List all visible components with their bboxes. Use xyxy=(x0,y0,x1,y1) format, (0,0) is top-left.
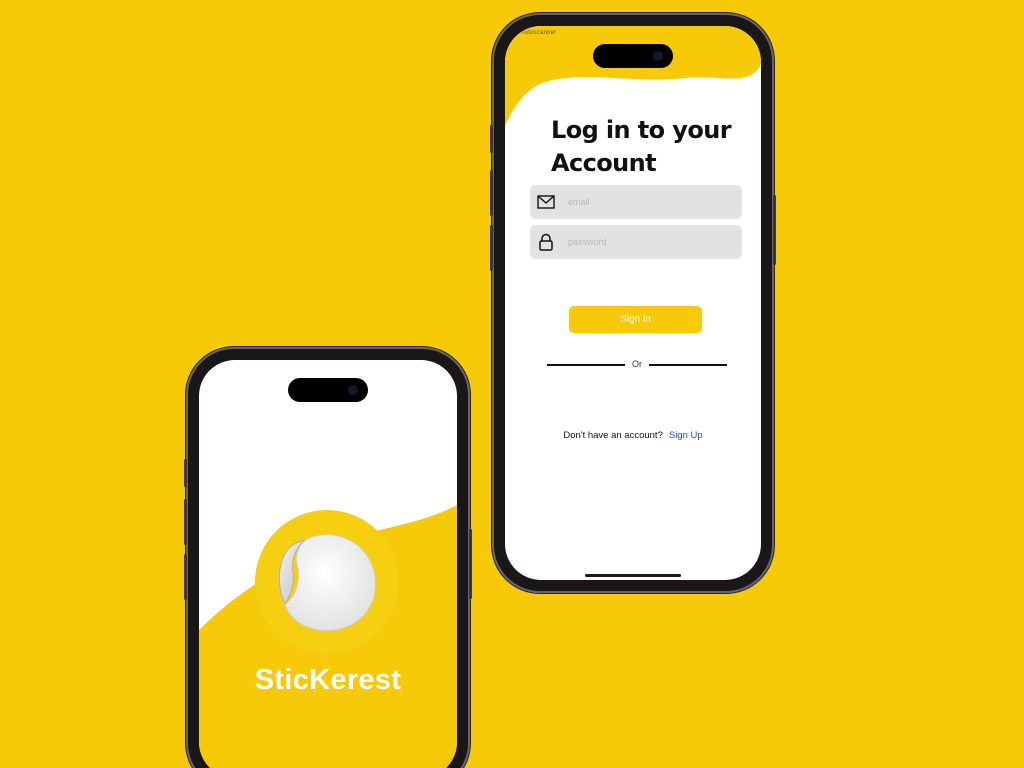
home-indicator xyxy=(585,574,681,577)
volume-up-button xyxy=(490,170,493,216)
mockup-stage: Photoscanner Log in to your Account Sign… xyxy=(0,0,1024,768)
power-button xyxy=(773,195,776,265)
app-name: SticKerest xyxy=(254,664,402,696)
mute-switch xyxy=(184,459,187,487)
divider-line-right xyxy=(649,364,727,366)
volume-down-button xyxy=(490,225,493,271)
sign-in-button[interactable]: Sign in xyxy=(569,306,702,333)
sticker-icon xyxy=(279,534,376,632)
mute-switch xyxy=(490,125,493,153)
password-field[interactable] xyxy=(530,225,742,259)
dynamic-island xyxy=(288,378,368,402)
email-field[interactable] xyxy=(530,185,742,219)
login-phone-frame: Photoscanner Log in to your Account Sign… xyxy=(490,15,776,591)
password-input[interactable] xyxy=(568,225,733,259)
sign-up-link[interactable]: Sign Up xyxy=(669,430,703,441)
email-input[interactable] xyxy=(568,185,733,219)
status-bar-text: Photoscanner xyxy=(517,30,557,36)
splash-screen: SticKerest xyxy=(199,360,457,768)
login-title: Log in to your Account xyxy=(551,116,732,177)
lock-icon xyxy=(539,233,553,251)
login-screen: Photoscanner Log in to your Account Sign… xyxy=(505,26,761,580)
envelope-icon xyxy=(537,195,555,209)
splash-phone-frame: SticKerest xyxy=(184,349,472,768)
power-button xyxy=(469,529,472,599)
dynamic-island xyxy=(593,44,673,68)
or-divider: Or xyxy=(547,359,727,371)
no-account-text: Don't have an account? xyxy=(563,430,663,441)
signup-prompt: Don't have an account? Sign Up xyxy=(505,430,761,441)
volume-down-button xyxy=(184,554,187,600)
volume-up-button xyxy=(184,499,187,545)
